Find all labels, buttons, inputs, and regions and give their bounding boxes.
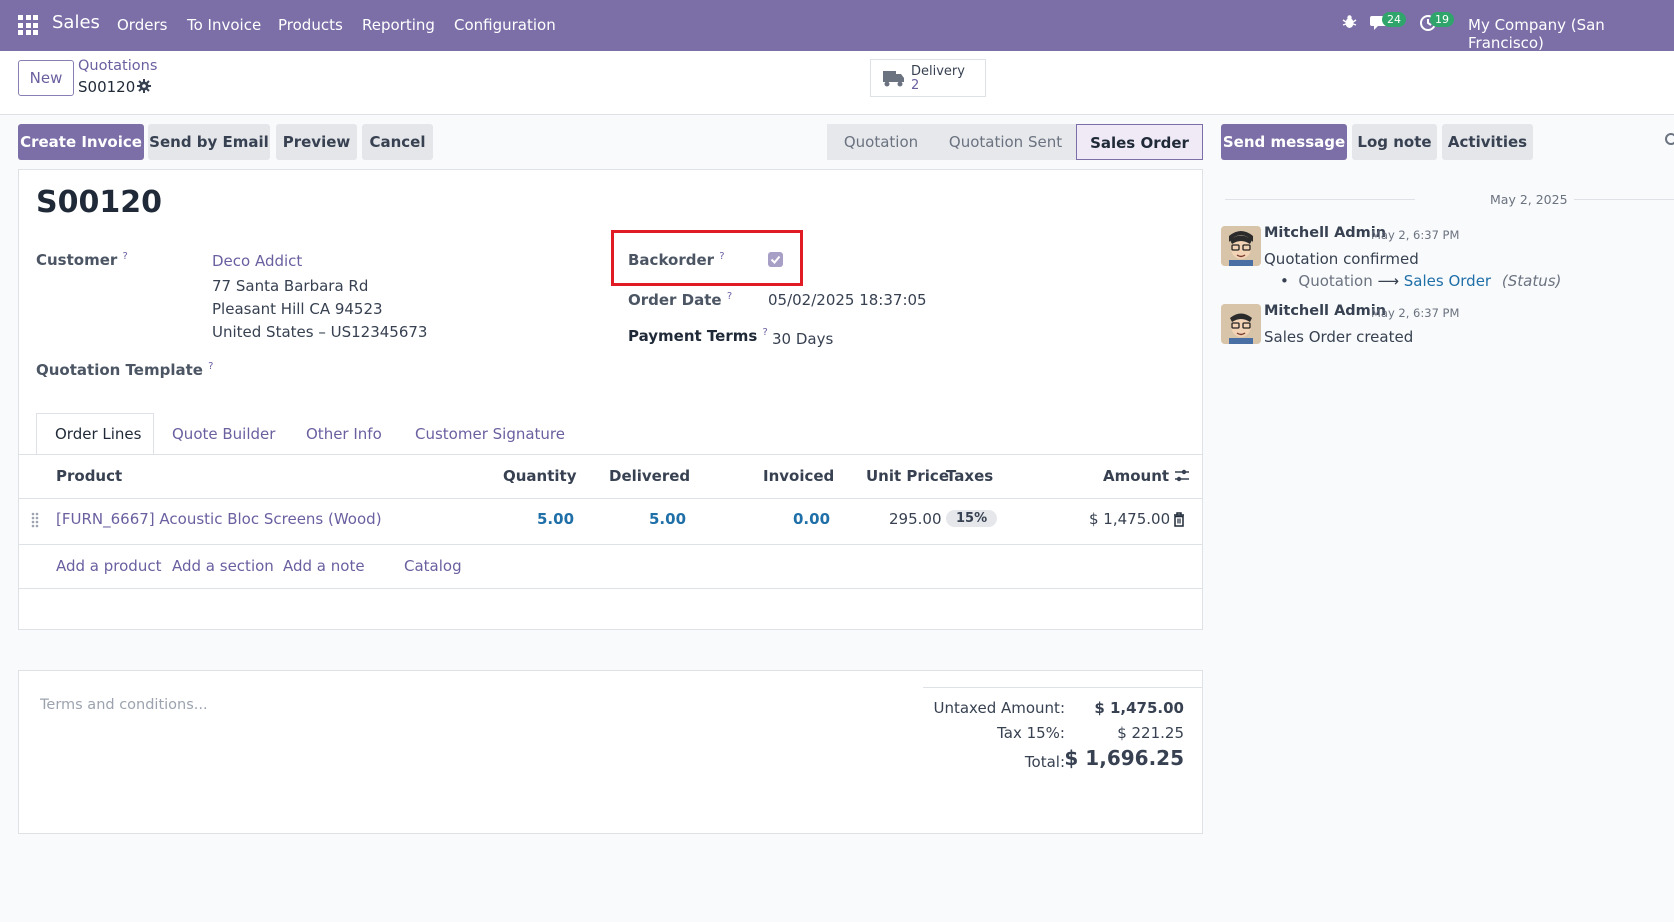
tracking-new-value: Sales Order bbox=[1403, 272, 1492, 290]
totals-divider bbox=[923, 687, 1203, 688]
line-delivered[interactable]: 5.00 bbox=[649, 510, 686, 528]
trash-icon[interactable] bbox=[1173, 512, 1185, 531]
column-settings-icon[interactable] bbox=[1174, 468, 1190, 488]
message-author[interactable]: Mitchell Admin bbox=[1264, 303, 1386, 319]
total-amount: $ 1,696.25 bbox=[1064, 746, 1184, 770]
add-section-link[interactable]: Add a section bbox=[172, 557, 274, 575]
date-separator-line-right bbox=[1574, 199, 1674, 200]
col-delivered[interactable]: Delivered bbox=[609, 467, 690, 485]
row-divider bbox=[18, 544, 1203, 545]
debug-bug-icon[interactable] bbox=[1342, 14, 1357, 34]
apps-menu-icon[interactable] bbox=[18, 15, 40, 35]
menu-orders[interactable]: Orders bbox=[117, 16, 167, 34]
col-product[interactable]: Product bbox=[56, 467, 122, 485]
date-separator-line-left bbox=[1225, 199, 1415, 200]
avatar[interactable] bbox=[1221, 304, 1261, 344]
status-quotation[interactable]: Quotation bbox=[827, 124, 935, 160]
app-name[interactable]: Sales bbox=[52, 12, 100, 33]
log-note-button[interactable]: Log note bbox=[1352, 124, 1437, 160]
tracking-line: • Quotation ⟶ Sales Order (Status) bbox=[1280, 272, 1562, 290]
send-by-email-button[interactable]: Send by Email bbox=[148, 124, 270, 160]
create-invoice-button[interactable]: Create Invoice bbox=[18, 124, 144, 160]
tabs-divider bbox=[18, 454, 1203, 455]
messages-count-badge: 24 bbox=[1382, 12, 1406, 27]
tab-other-info[interactable]: Other Info bbox=[306, 425, 382, 443]
message-text: Sales Order created bbox=[1264, 328, 1414, 346]
search-icon[interactable] bbox=[1664, 132, 1674, 152]
line-invoiced[interactable]: 0.00 bbox=[793, 510, 830, 528]
tab-customer-signature[interactable]: Customer Signature bbox=[415, 425, 565, 443]
header-divider bbox=[18, 498, 1203, 499]
record-title: S00120 bbox=[36, 185, 162, 220]
customer-address-line1: 77 Santa Barbara Rd bbox=[212, 277, 369, 295]
row-divider-2 bbox=[18, 588, 1203, 589]
message-author[interactable]: Mitchell Admin bbox=[1264, 225, 1386, 241]
message-text: Quotation confirmed bbox=[1264, 250, 1419, 268]
message-time: May 2, 6:37 PM bbox=[1371, 306, 1460, 320]
order-date-value[interactable]: 05/02/2025 18:37:05 bbox=[768, 291, 927, 309]
line-tax-badge[interactable]: 15% bbox=[946, 510, 998, 527]
avatar[interactable] bbox=[1221, 226, 1261, 266]
customer-label: Customer ? bbox=[36, 251, 128, 269]
menu-configuration[interactable]: Configuration bbox=[454, 16, 556, 34]
empty-row bbox=[18, 629, 1203, 671]
date-separator: May 2, 2025 bbox=[1490, 192, 1568, 207]
payment-terms-value[interactable]: 30 Days bbox=[772, 330, 833, 348]
control-panel bbox=[0, 51, 1674, 115]
drag-handle-icon[interactable] bbox=[31, 512, 39, 528]
total-label: Total: bbox=[1024, 753, 1065, 771]
delivery-count: 2 bbox=[911, 78, 920, 93]
activities-button[interactable]: Activities bbox=[1442, 124, 1533, 160]
customer-address-line3: United States – US12345673 bbox=[212, 323, 428, 341]
menu-reporting[interactable]: Reporting bbox=[362, 16, 435, 34]
delivery-smart-button[interactable]: Delivery 2 bbox=[870, 59, 986, 97]
tax-amount: $ 221.25 bbox=[1117, 724, 1184, 742]
breadcrumb-quotations[interactable]: Quotations bbox=[78, 58, 157, 74]
tab-quote-builder[interactable]: Quote Builder bbox=[172, 425, 275, 443]
terms-input[interactable]: Terms and conditions... bbox=[40, 697, 208, 713]
col-amount[interactable]: Amount bbox=[1103, 467, 1169, 485]
line-product[interactable]: [FURN_6667] Acoustic Bloc Screens (Wood) bbox=[56, 510, 382, 528]
line-unit-price[interactable]: 295.00 bbox=[889, 510, 942, 528]
gear-icon[interactable] bbox=[137, 79, 151, 97]
message-time: May 2, 6:37 PM bbox=[1371, 228, 1460, 242]
payment-terms-label: Payment Terms ? bbox=[628, 327, 768, 345]
tracking-field: (Status) bbox=[1501, 272, 1562, 290]
add-note-link[interactable]: Add a note bbox=[283, 557, 365, 575]
line-quantity[interactable]: 5.00 bbox=[537, 510, 574, 528]
cancel-button[interactable]: Cancel bbox=[362, 124, 433, 160]
menu-products[interactable]: Products bbox=[278, 16, 343, 34]
company-switcher[interactable]: My Company (San Francisco) bbox=[1468, 16, 1674, 52]
catalog-link[interactable]: Catalog bbox=[404, 557, 462, 575]
untaxed-label: Untaxed Amount: bbox=[933, 699, 1066, 717]
delivery-label: Delivery bbox=[911, 64, 965, 79]
col-taxes[interactable]: Taxes bbox=[946, 467, 993, 485]
truck-icon bbox=[883, 69, 905, 91]
backorder-checkbox[interactable] bbox=[768, 252, 783, 267]
quotation-template-label: Quotation Template ? bbox=[36, 361, 214, 379]
col-invoiced[interactable]: Invoiced bbox=[763, 467, 834, 485]
tax-label: Tax 15%: bbox=[997, 724, 1065, 742]
breadcrumb-current: S00120 bbox=[78, 78, 136, 96]
activities-count-badge: 19 bbox=[1430, 12, 1454, 27]
preview-button[interactable]: Preview bbox=[276, 124, 357, 160]
customer-name-link[interactable]: Deco Addict bbox=[212, 252, 302, 270]
order-date-label: Order Date ? bbox=[628, 291, 733, 309]
customer-address-line2: Pleasant Hill CA 94523 bbox=[212, 300, 383, 318]
send-message-button[interactable]: Send message bbox=[1221, 124, 1347, 160]
backorder-label: Backorder ? bbox=[628, 251, 725, 269]
col-unit-price[interactable]: Unit Price bbox=[866, 467, 949, 485]
status-sales-order[interactable]: Sales Order bbox=[1076, 124, 1203, 160]
tracking-old-value: Quotation bbox=[1298, 272, 1373, 290]
top-navbar: Sales Orders To Invoice Products Reporti… bbox=[0, 0, 1674, 52]
status-quotation-sent[interactable]: Quotation Sent bbox=[935, 124, 1076, 160]
line-amount[interactable]: $ 1,475.00 bbox=[1089, 510, 1170, 528]
untaxed-amount: $ 1,475.00 bbox=[1094, 699, 1184, 717]
add-product-link[interactable]: Add a product bbox=[56, 557, 161, 575]
menu-to-invoice[interactable]: To Invoice bbox=[187, 16, 261, 34]
tab-order-lines[interactable]: Order Lines bbox=[55, 425, 141, 443]
new-button[interactable]: New bbox=[18, 60, 74, 96]
col-quantity[interactable]: Quantity bbox=[503, 467, 577, 485]
